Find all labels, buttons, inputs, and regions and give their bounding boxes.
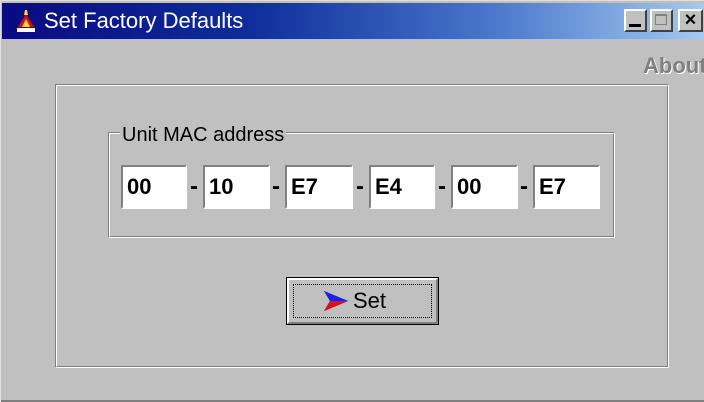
maximize-icon: [655, 14, 667, 25]
close-icon: ×: [684, 9, 697, 31]
mac-octet-3-input[interactable]: E7: [285, 165, 353, 209]
about-menu-item[interactable]: About: [643, 53, 704, 79]
set-factory-defaults-window: Set Factory Defaults × About Unit MAC ad…: [0, 0, 704, 402]
mac-octet-2-input[interactable]: 10: [203, 165, 270, 209]
set-button[interactable]: Set: [286, 277, 439, 325]
title-bar[interactable]: Set Factory Defaults ×: [2, 3, 704, 39]
mac-octet-5-input[interactable]: 00: [451, 165, 518, 209]
app-icon: [17, 10, 35, 32]
mac-separator: -: [190, 173, 198, 200]
maximize-button[interactable]: [650, 9, 673, 32]
close-button[interactable]: ×: [678, 9, 703, 32]
mac-address-group-label: Unit MAC address: [120, 123, 287, 147]
set-button-label: Set: [353, 288, 387, 313]
mac-separator: -: [520, 173, 528, 200]
arrow-right-icon: [324, 291, 348, 311]
minimize-button[interactable]: [624, 9, 647, 32]
window-title: Set Factory Defaults: [44, 8, 244, 33]
mac-separator: -: [438, 173, 446, 200]
mac-separator: -: [272, 173, 280, 200]
mac-separator: -: [356, 173, 364, 200]
mac-octet-4-input[interactable]: E4: [369, 165, 435, 209]
minimize-icon: [629, 24, 641, 27]
mac-octet-1-input[interactable]: 00: [121, 165, 187, 209]
mac-octet-6-input[interactable]: E7: [533, 165, 600, 209]
